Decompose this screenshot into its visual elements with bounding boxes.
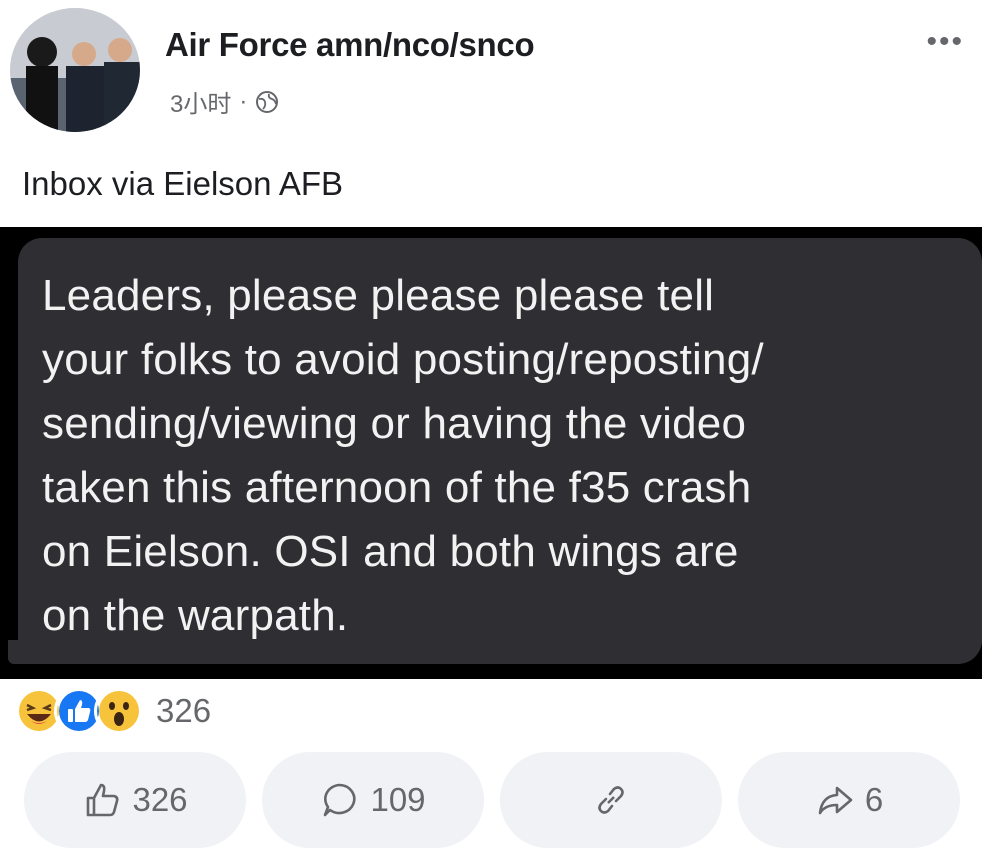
message-bubble-tail: [8, 640, 32, 664]
more-options-button[interactable]: •••: [926, 27, 964, 57]
meta-separator: ·: [239, 87, 248, 115]
comment-icon: [324, 783, 356, 817]
post-caption: Inbox via Eielson AFB: [22, 165, 344, 202]
like-count: 326: [132, 781, 188, 818]
globe-icon: [256, 90, 279, 113]
share-count: 6: [864, 781, 884, 818]
avatar[interactable]: [10, 8, 140, 132]
comment-count: 109: [370, 781, 426, 818]
copy-link-button[interactable]: [500, 752, 722, 848]
share-arrow-icon: [818, 786, 853, 815]
link-icon: [598, 786, 624, 814]
share-button[interactable]: 6: [738, 752, 960, 848]
action-bar: 326 109 6: [0, 752, 982, 848]
reactions-summary[interactable]: 326: [14, 686, 211, 736]
post-meta: 3小时 ·: [170, 84, 279, 119]
post-author-name[interactable]: Air Force amn/nco/snco: [165, 26, 535, 64]
message-text: Leaders, please please please tell your …: [42, 271, 764, 640]
thumbs-up-icon: [87, 783, 119, 817]
post-timestamp[interactable]: 3小时: [170, 84, 231, 119]
like-button[interactable]: 326: [24, 752, 246, 848]
comment-button[interactable]: 109: [262, 752, 484, 848]
wow-icon: [94, 686, 144, 736]
reaction-count: 326: [156, 692, 212, 729]
